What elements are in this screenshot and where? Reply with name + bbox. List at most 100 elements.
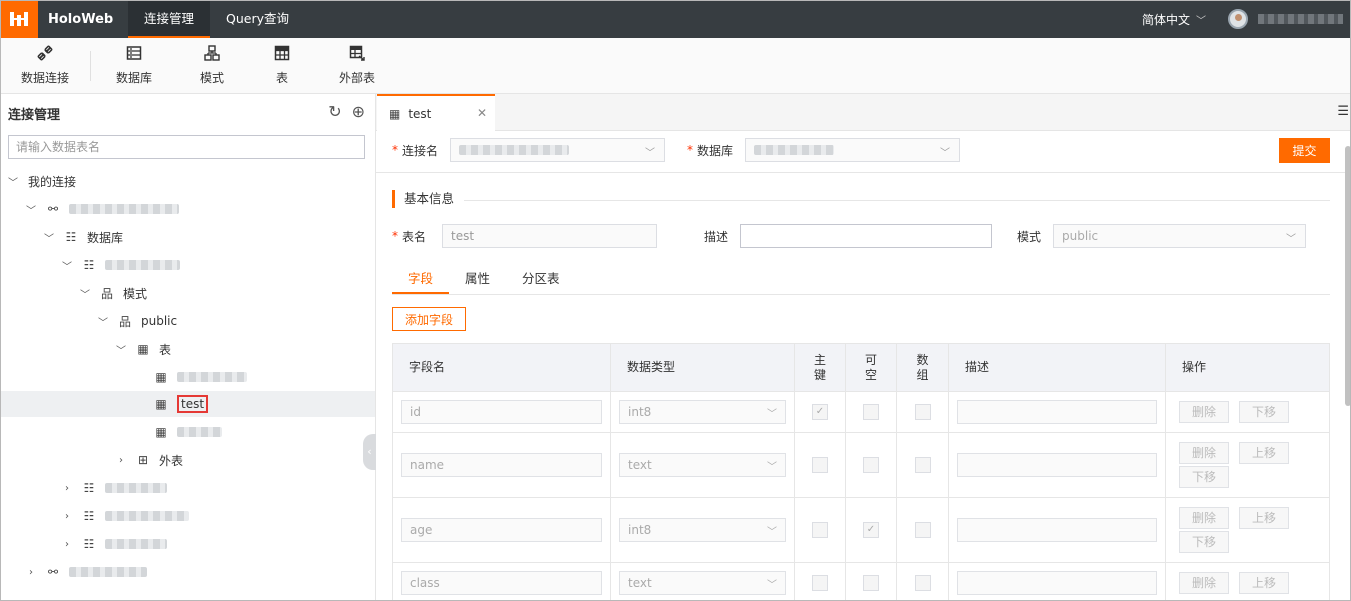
field-name-input[interactable]: name xyxy=(401,453,602,477)
subtab-properties[interactable]: 属性 xyxy=(449,268,506,294)
chevron-down-icon: ﹀ xyxy=(1286,234,1297,245)
locate-icon[interactable]: ⊕ xyxy=(352,102,365,121)
connection-select[interactable]: ﹀ xyxy=(450,138,666,162)
chevron-down-icon[interactable]: ﹀ xyxy=(24,202,38,217)
tree-node-database[interactable]: › ☷ xyxy=(0,503,375,529)
avatar[interactable] xyxy=(1228,9,1248,29)
tree-node-database[interactable]: ﹀ ☷ xyxy=(0,252,375,278)
database-select[interactable]: ﹀ xyxy=(745,138,961,162)
tree-node-tables[interactable]: ﹀ ▦ 表 xyxy=(0,336,375,362)
pk-checkbox[interactable]: ✓ xyxy=(812,404,828,420)
tree-node-database[interactable]: › ☷ xyxy=(0,475,375,501)
database-icon: ☷ xyxy=(83,509,95,523)
language-selector[interactable]: 简体中文 ﹀ xyxy=(1142,11,1206,28)
move-up-button[interactable]: 上移 xyxy=(1239,442,1289,464)
pk-checkbox[interactable] xyxy=(812,522,828,538)
nav-connection-management[interactable]: 连接管理 xyxy=(128,0,211,38)
collapse-panel-handle[interactable]: ‹ xyxy=(363,434,376,470)
array-checkbox[interactable] xyxy=(914,522,931,538)
tree-node-schema-group[interactable]: ﹀ 品 模式 xyxy=(0,280,375,306)
field-description-input[interactable] xyxy=(957,570,1157,595)
connection-field: * 连接名 ﹀ xyxy=(392,138,666,162)
field-description-input[interactable] xyxy=(957,518,1157,542)
field-type-select[interactable]: int8 ﹀ xyxy=(619,518,786,542)
tree-node-table[interactable]: ▦ xyxy=(0,419,375,445)
user-name-redacted[interactable] xyxy=(1258,14,1343,24)
tree-node-database-group[interactable]: ﹀ ☷ 数据库 xyxy=(0,224,375,250)
nav-query[interactable]: Query查询 xyxy=(210,0,305,38)
field-name-input[interactable]: id xyxy=(401,400,602,424)
move-down-button[interactable]: 下移 xyxy=(1179,466,1229,488)
tree-node-connection[interactable]: › ⚯ xyxy=(0,559,375,585)
submit-button[interactable]: 提交 xyxy=(1279,138,1330,163)
field-type-select[interactable]: int8 ﹀ xyxy=(619,400,786,424)
chevron-right-icon[interactable]: › xyxy=(60,483,74,494)
tree-node-schema-public[interactable]: ﹀ 品 public xyxy=(0,308,375,334)
pk-checkbox[interactable] xyxy=(812,574,828,591)
close-icon[interactable]: ✕ xyxy=(477,106,487,120)
database-value-redacted xyxy=(754,145,835,155)
field-description-input[interactable] xyxy=(957,453,1157,477)
column-header-array: 数组 xyxy=(896,343,949,392)
menu-icon[interactable]: ☰ xyxy=(1337,104,1349,119)
chevron-right-icon[interactable]: › xyxy=(60,539,74,550)
nullable-checkbox[interactable] xyxy=(863,404,879,420)
schema-icon: 品 xyxy=(100,286,113,301)
field-description-input[interactable] xyxy=(957,400,1157,424)
language-label: 简体中文 xyxy=(1141,12,1190,27)
toolbar-table-button[interactable]: 表 xyxy=(247,38,317,94)
field-subtabs: 字段 属性 分区表 xyxy=(392,268,1330,295)
nullable-checkbox[interactable] xyxy=(863,457,879,473)
tree-node-foreign-tables[interactable]: › ⊞ 外表 xyxy=(0,447,375,473)
subtab-partition[interactable]: 分区表 xyxy=(506,268,576,294)
chevron-right-icon[interactable]: › xyxy=(60,511,74,522)
nullable-checkbox[interactable] xyxy=(863,574,879,591)
array-checkbox[interactable] xyxy=(914,574,931,591)
move-down-button[interactable]: 下移 xyxy=(1179,531,1229,553)
move-up-button[interactable]: 上移 xyxy=(1239,571,1289,594)
toolbar-schema-button[interactable]: 模式 xyxy=(177,38,247,94)
field-type-select[interactable]: text ﹀ xyxy=(619,570,786,595)
add-field-button[interactable]: 添加字段 xyxy=(392,307,466,331)
field-name-input[interactable]: class xyxy=(401,570,602,595)
subtab-fields[interactable]: 字段 xyxy=(392,268,450,294)
holo-logo-icon[interactable] xyxy=(0,0,38,38)
chevron-down-icon[interactable]: ﹀ xyxy=(60,258,74,273)
chevron-down-icon[interactable]: ﹀ xyxy=(96,314,110,329)
nullable-checkbox[interactable]: ✓ xyxy=(863,522,879,538)
table-name-input[interactable]: test xyxy=(442,224,658,248)
table-search-input[interactable] xyxy=(8,135,365,159)
move-up-button[interactable]: 上移 xyxy=(1239,507,1289,529)
delete-button[interactable]: 删除 xyxy=(1179,571,1229,594)
schema-select[interactable]: public ﹀ xyxy=(1053,224,1307,248)
array-checkbox[interactable] xyxy=(914,404,931,420)
description-input[interactable] xyxy=(740,224,993,248)
chevron-down-icon[interactable]: ﹀ xyxy=(78,286,92,301)
chevron-down-icon[interactable]: ﹀ xyxy=(42,230,56,245)
field-type-select[interactable]: text ﹀ xyxy=(619,453,786,477)
tree-node-table[interactable]: ▦ xyxy=(0,364,375,390)
database-icon: ☷ xyxy=(83,481,95,495)
delete-button[interactable]: 删除 xyxy=(1179,507,1229,529)
chevron-right-icon[interactable]: › xyxy=(24,567,38,578)
toolbar-database-button[interactable]: 数据库 xyxy=(91,38,177,94)
delete-button[interactable]: 删除 xyxy=(1179,401,1229,423)
column-header-pk: 主键 xyxy=(794,343,846,392)
toolbar-data-connection-button[interactable]: 数据连接 xyxy=(0,38,90,94)
tree-node-my-connections[interactable]: ﹀ 我的连接 xyxy=(0,168,375,194)
chevron-down-icon[interactable]: ﹀ xyxy=(114,342,128,357)
tree-node-connection[interactable]: ﹀ ⚯ xyxy=(0,196,375,222)
field-name-input[interactable]: age xyxy=(401,518,602,542)
tree-node-table-test[interactable]: ▦ test xyxy=(0,391,375,417)
array-checkbox[interactable] xyxy=(914,457,931,473)
chevron-right-icon[interactable]: › xyxy=(114,455,128,466)
pk-checkbox[interactable] xyxy=(812,457,828,473)
move-down-button[interactable]: 下移 xyxy=(1239,401,1289,423)
tab-test[interactable]: ▦ test ✕ xyxy=(377,94,495,131)
refresh-icon[interactable]: ↻ xyxy=(328,102,341,121)
toolbar-foreign-table-button[interactable]: 外部表 xyxy=(317,38,397,94)
chevron-down-icon[interactable]: ﹀ xyxy=(6,174,20,189)
vertical-scrollbar[interactable] xyxy=(1345,146,1351,406)
delete-button[interactable]: 删除 xyxy=(1179,442,1229,464)
tree-node-database[interactable]: › ☷ xyxy=(0,531,375,557)
